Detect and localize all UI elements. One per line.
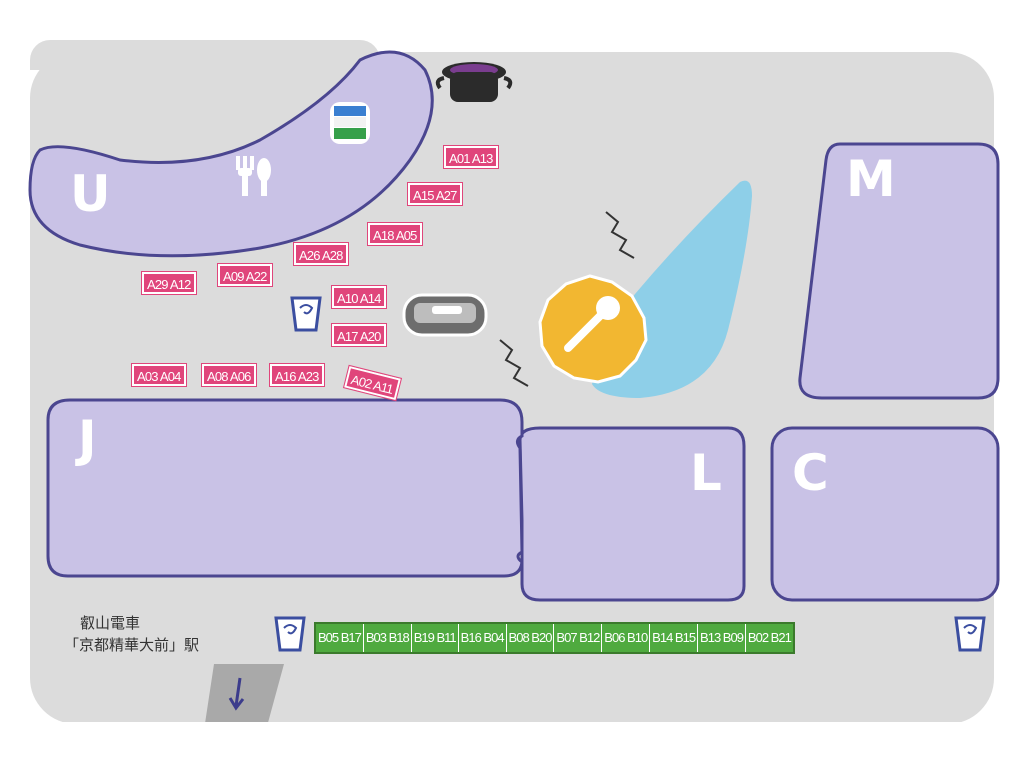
area-label-c: C bbox=[792, 444, 829, 502]
trash-bin-icon bbox=[954, 616, 986, 652]
bottom-margin bbox=[0, 722, 1024, 768]
stall-tag-b13-b09[interactable]: B13 B09 bbox=[698, 624, 746, 652]
fountain-icon bbox=[402, 293, 488, 337]
stage-badge bbox=[538, 274, 648, 384]
area-label-u: U bbox=[70, 165, 111, 223]
stall-tag-a18-a05[interactable]: A18 A05 bbox=[367, 222, 423, 246]
area-label-l: L bbox=[690, 444, 722, 502]
stall-tag-b02-b21[interactable]: B02 B21 bbox=[746, 624, 793, 652]
stall-tag-a10-a14[interactable]: A10 A14 bbox=[331, 285, 387, 309]
stall-tag-a29-a12[interactable]: A29 A12 bbox=[141, 271, 197, 295]
block-j bbox=[46, 398, 524, 578]
sound-wave-icon bbox=[605, 211, 635, 259]
stall-tag-b14-b15[interactable]: B14 B15 bbox=[650, 624, 699, 652]
flag-badge-icon bbox=[330, 102, 370, 144]
stall-tag-b08-b20[interactable]: B08 B20 bbox=[507, 624, 555, 652]
stall-tag-a26-a28[interactable]: A26 A28 bbox=[293, 242, 349, 266]
stall-row-b: B05 B17 B03 B18 B19 B11 B16 B04 B08 B20 … bbox=[314, 622, 795, 654]
area-label-j: J bbox=[78, 410, 97, 468]
stall-tag-a01-a13[interactable]: A01 A13 bbox=[443, 145, 499, 169]
stall-tag-a17-a20[interactable]: A17 A20 bbox=[331, 323, 387, 347]
stall-tag-a03-a04[interactable]: A03 A04 bbox=[131, 363, 187, 387]
stall-tag-b05-b17[interactable]: B05 B17 bbox=[316, 624, 364, 652]
stall-tag-a08-a06[interactable]: A08 A06 bbox=[201, 363, 257, 387]
stall-tag-a16-a23[interactable]: A16 A23 bbox=[269, 363, 325, 387]
station-line-name: 叡山電車 bbox=[80, 614, 141, 632]
station-name: 「京都精華大前」駅 bbox=[64, 636, 200, 654]
area-label-m: M bbox=[846, 150, 896, 208]
stall-tag-b07-b12[interactable]: B07 B12 bbox=[554, 624, 603, 652]
cooking-pot-icon bbox=[435, 62, 513, 102]
road-path bbox=[204, 664, 284, 730]
stall-tag-a09-a22[interactable]: A09 A22 bbox=[217, 263, 273, 287]
stall-tag-a15-a27[interactable]: A15 A27 bbox=[407, 182, 463, 206]
stall-tag-b03-b18[interactable]: B03 B18 bbox=[364, 624, 412, 652]
sound-wave-icon bbox=[499, 339, 529, 387]
trash-bin-icon bbox=[274, 616, 306, 652]
block-m bbox=[798, 142, 1000, 400]
stall-tag-b16-b04[interactable]: B16 B04 bbox=[459, 624, 507, 652]
stall-tag-b19-b11[interactable]: B19 B11 bbox=[412, 624, 459, 652]
stall-tag-b06-b10[interactable]: B06 B10 bbox=[602, 624, 651, 652]
trash-bin-icon bbox=[290, 296, 322, 332]
